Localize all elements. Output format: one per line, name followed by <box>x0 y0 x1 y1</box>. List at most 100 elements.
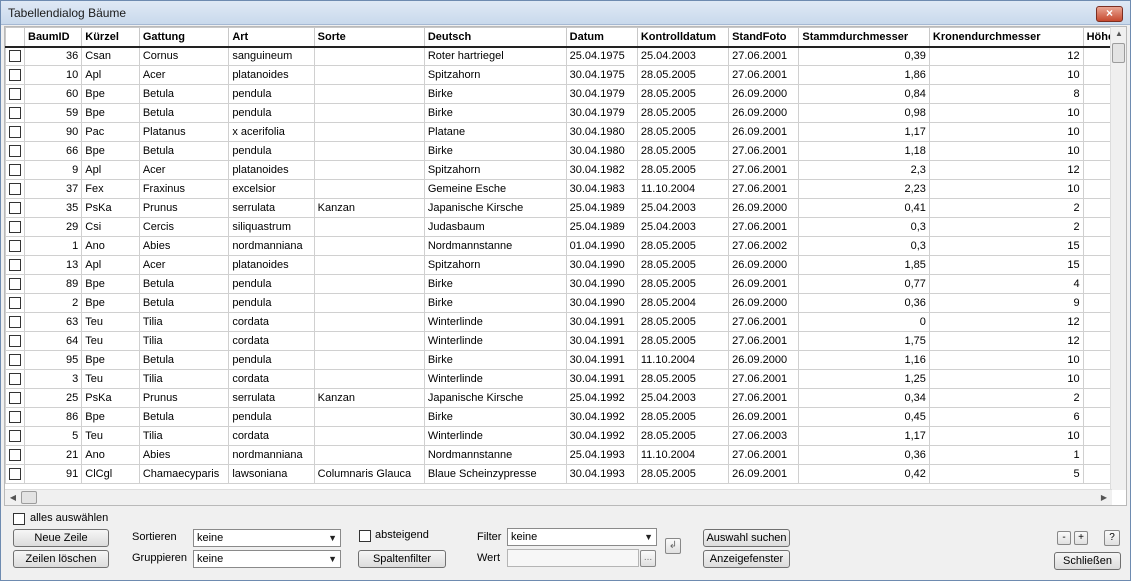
table-cell[interactable]: 0,39 <box>798 46 930 66</box>
table-cell[interactable]: Pac <box>81 122 140 142</box>
table-cell[interactable]: Platane <box>423 122 567 142</box>
table-cell[interactable]: Spitzahorn <box>423 65 567 85</box>
close-window-button[interactable]: × <box>1096 6 1123 22</box>
horizontal-scroll-thumb[interactable] <box>21 491 37 504</box>
table-cell[interactable]: 30.04.1980 <box>565 122 638 142</box>
row-checkbox[interactable] <box>9 316 21 329</box>
table-row[interactable]: 29 Csi Cercis siliquastrum Judasbaum 25.04.19… <box>5 217 1126 237</box>
table-row[interactable]: 1 Ano Abies nordmanniana Nordmannstanne 01.04… <box>5 236 1126 256</box>
table-cell[interactable]: 12 <box>928 46 1084 66</box>
table-cell[interactable]: 28.05.2005 <box>636 274 730 294</box>
new-row-button[interactable]: Neue Zeile <box>13 529 109 547</box>
column-header[interactable]: BaumID <box>23 27 83 48</box>
table-cell[interactable]: Teu <box>81 312 140 332</box>
table-cell[interactable]: 28.05.2005 <box>636 369 730 389</box>
table-cell[interactable]: 0,42 <box>798 464 930 484</box>
table-cell[interactable]: sanguineum <box>228 46 315 66</box>
zoom-in-button[interactable]: + <box>1074 531 1088 545</box>
table-cell[interactable] <box>313 103 425 123</box>
table-cell[interactable]: pendula <box>228 103 315 123</box>
table-cell[interactable]: Roter hartriegel <box>423 46 567 66</box>
table-cell[interactable]: 13 <box>23 255 83 275</box>
table-cell[interactable]: Ano <box>81 236 140 256</box>
table-cell[interactable]: 27.06.2001 <box>728 179 800 199</box>
table-cell[interactable]: 64 <box>23 331 83 351</box>
table-cell[interactable]: 26.09.2000 <box>728 198 800 218</box>
table-cell[interactable]: Bpe <box>81 350 140 370</box>
table-cell[interactable]: 25.04.1975 <box>565 46 638 66</box>
table-cell[interactable]: 27.06.2001 <box>728 160 800 180</box>
row-checkbox[interactable] <box>9 221 21 234</box>
table-cell[interactable] <box>313 217 425 237</box>
table-cell[interactable]: Winterlinde <box>423 369 567 389</box>
table-cell[interactable]: Apl <box>81 160 140 180</box>
table-cell[interactable]: 26.09.2000 <box>728 103 800 123</box>
row-checkbox[interactable] <box>9 240 21 253</box>
table-cell[interactable]: Teu <box>81 331 140 351</box>
table-cell[interactable]: cordata <box>228 426 315 446</box>
table-cell[interactable]: 26.09.2000 <box>728 350 800 370</box>
table-cell[interactable]: ClCgl <box>81 464 140 484</box>
table-cell[interactable]: 10 <box>928 65 1084 85</box>
table-row[interactable]: 2 Bpe Betula pendula Birke 30.04.1990 28.05.20… <box>5 293 1126 313</box>
table-row[interactable]: 63 Teu Tilia cordata Winterlinde 30.04.1991 28… <box>5 312 1126 332</box>
table-cell[interactable] <box>313 179 425 199</box>
table-cell[interactable]: serrulata <box>228 388 315 408</box>
table-row[interactable]: 25 PsKa Prunus serrulata Kanzan Japanische Ki… <box>5 388 1126 408</box>
row-checkbox[interactable] <box>9 183 21 196</box>
table-cell[interactable]: 1,16 <box>798 350 930 370</box>
table-cell[interactable]: 0,3 <box>798 217 930 237</box>
table-cell[interactable]: 8 <box>928 84 1084 104</box>
table-cell[interactable]: Acer <box>138 255 230 275</box>
table-cell[interactable]: Bpe <box>81 141 140 161</box>
table-cell[interactable]: Columnaris Glauca <box>313 464 425 484</box>
table-cell[interactable] <box>313 407 425 427</box>
table-cell[interactable]: 01.04.1990 <box>565 236 638 256</box>
table-cell[interactable]: 25 <box>23 388 83 408</box>
table-cell[interactable]: 5 <box>23 426 83 446</box>
vertical-scroll-thumb[interactable] <box>1112 43 1125 63</box>
table-cell[interactable]: 25.04.2003 <box>636 46 730 66</box>
table-row[interactable]: 13 Apl Acer platanoides Spitzahorn 30.04.1990… <box>5 255 1126 275</box>
table-cell[interactable]: 25.04.2003 <box>636 217 730 237</box>
table-cell[interactable]: 28.05.2005 <box>636 312 730 332</box>
row-checkbox[interactable] <box>9 373 21 386</box>
table-cell[interactable] <box>313 236 425 256</box>
table-cell[interactable]: 26.09.2001 <box>728 407 800 427</box>
table-cell[interactable]: 26.09.2001 <box>728 464 800 484</box>
row-checkbox[interactable] <box>9 69 21 82</box>
table-cell[interactable]: Winterlinde <box>423 312 567 332</box>
scroll-up-icon[interactable]: ▲ <box>1111 29 1126 38</box>
table-cell[interactable]: 28.05.2005 <box>636 160 730 180</box>
table-cell[interactable]: 28.05.2005 <box>636 236 730 256</box>
table-cell[interactable]: 0,36 <box>798 293 930 313</box>
browse-button[interactable]: ... <box>640 550 656 567</box>
table-cell[interactable] <box>313 426 425 446</box>
column-header[interactable]: StandFoto <box>728 27 800 48</box>
table-cell[interactable]: 12 <box>928 312 1084 332</box>
table-cell[interactable]: 30.04.1990 <box>565 293 638 313</box>
table-cell[interactable]: nordmanniana <box>228 236 315 256</box>
row-checkbox[interactable] <box>9 297 21 310</box>
vertical-scrollbar[interactable]: ▲ <box>1110 27 1126 490</box>
help-button[interactable]: ? <box>1104 530 1120 546</box>
table-row[interactable]: 60 Bpe Betula pendula Birke 30.04.1979 28.05.2… <box>5 84 1126 104</box>
table-cell[interactable]: 26.09.2001 <box>728 274 800 294</box>
table-cell[interactable]: 0,3 <box>798 236 930 256</box>
table-cell[interactable]: 2 <box>928 198 1084 218</box>
table-cell[interactable]: 30.04.1991 <box>565 350 638 370</box>
table-cell[interactable]: 9 <box>928 293 1084 313</box>
table-cell[interactable]: Betula <box>138 84 230 104</box>
table-cell[interactable] <box>313 160 425 180</box>
row-checkbox[interactable] <box>9 126 21 139</box>
table-cell[interactable]: 29 <box>23 217 83 237</box>
table-cell[interactable]: 91 <box>23 464 83 484</box>
table-cell[interactable]: 59 <box>23 103 83 123</box>
table-cell[interactable]: 0,36 <box>798 445 930 465</box>
column-header[interactable]: Art <box>228 27 315 48</box>
zoom-out-button[interactable]: - <box>1057 531 1071 545</box>
table-cell[interactable]: 26.09.2001 <box>728 122 800 142</box>
table-row[interactable]: 9 Apl Acer platanoides Spitzahorn 30.04.1982 2… <box>5 160 1126 180</box>
search-selection-button[interactable]: Auswahl suchen <box>703 529 790 547</box>
table-cell[interactable]: 86 <box>23 407 83 427</box>
